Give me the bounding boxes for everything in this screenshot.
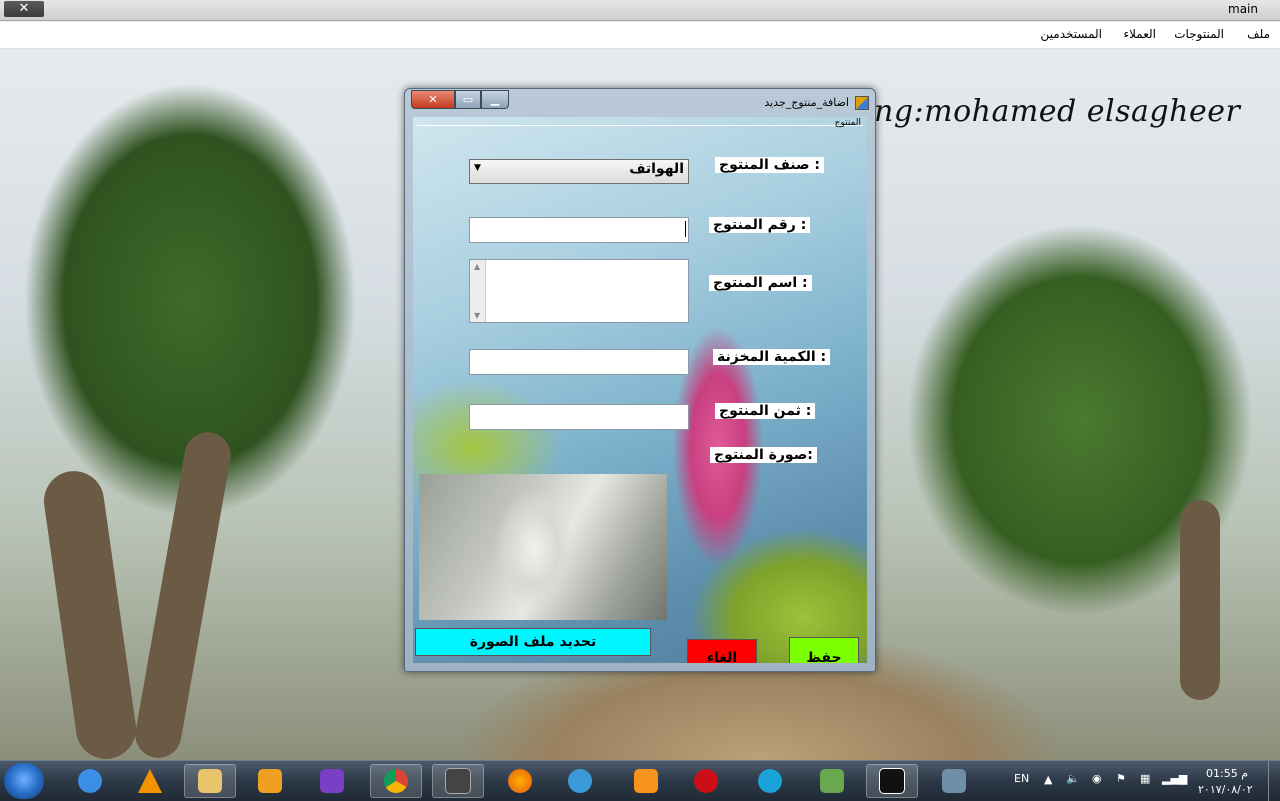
select-image-file-button[interactable]: تحديد ملف الصورة	[415, 628, 651, 656]
product-price-label: ثمن المنتوج :	[715, 403, 816, 419]
visual-studio-icon[interactable]	[306, 764, 358, 798]
app-icon[interactable]	[928, 764, 980, 798]
firefox-icon[interactable]	[494, 764, 546, 798]
product-number-input[interactable]	[469, 217, 689, 243]
groupbox-border	[417, 125, 863, 126]
media-player-icon[interactable]	[244, 764, 296, 798]
background-author-text: ng:mohamed elsagheer	[874, 94, 1241, 129]
product-number-label: رقم المنتوج :	[709, 217, 811, 233]
dialog-title: اضافة_منتوج_جديد	[764, 96, 849, 109]
ie-icon[interactable]	[64, 764, 116, 798]
product-name-textarea[interactable]: ▲ ▼	[469, 259, 689, 323]
dialog-maximize-button[interactable]: ▭	[455, 90, 481, 109]
scroll-up-icon: ▲	[474, 262, 481, 271]
cancel-button[interactable]: الغاء	[687, 639, 757, 663]
dialog-client-area: المنتوج صنف المنتوج : ▼ الهواتف رقم المن…	[413, 117, 867, 663]
category-label: صنف المنتوج :	[715, 157, 825, 173]
scroll-down-icon: ▼	[474, 311, 481, 320]
textarea-scrollbar[interactable]: ▲ ▼	[470, 260, 486, 322]
tree-trunk	[40, 467, 140, 760]
chevron-up-icon[interactable]: ▲	[1044, 773, 1052, 786]
flag-icon[interactable]: ⚑	[1116, 772, 1126, 785]
tree-trunk	[1180, 500, 1220, 700]
category-selected-value: الهواتف	[629, 161, 684, 177]
menu-file[interactable]: ملف	[1247, 27, 1270, 41]
product-price-input[interactable]	[469, 404, 689, 430]
dialog-close-button[interactable]: ✕	[411, 90, 455, 109]
tool-icon[interactable]	[806, 764, 858, 798]
opera-icon[interactable]	[680, 764, 732, 798]
app-icon	[855, 96, 869, 110]
explorer-icon[interactable]	[184, 764, 236, 798]
product-name-label: اسم المنتوج :	[709, 275, 812, 291]
taskbar: EN ▲ 🔈 ◉ ⚑ ▦ ▂▄▆ 01:55 م ٢٠١٧/٠٨/٠٢	[0, 760, 1280, 801]
tree-trunk	[131, 428, 235, 760]
show-desktop-button[interactable]	[1268, 761, 1280, 801]
dialog-minimize-button[interactable]: ▁	[481, 90, 509, 109]
clock-time[interactable]: 01:55 م	[1206, 767, 1248, 780]
main-window-title: main	[1228, 2, 1258, 16]
network-icon[interactable]: ▦	[1140, 772, 1150, 785]
add-product-dialog: ✕ ▭ ▁ اضافة_منتوج_جديد المنتوج صنف المنت…	[404, 88, 876, 672]
horse-image	[489, 484, 579, 614]
windows-start-icon[interactable]	[4, 763, 44, 799]
save-button[interactable]: حفظ	[789, 637, 859, 663]
menu-customers[interactable]: العملاء	[1123, 27, 1156, 41]
pdf-icon[interactable]	[620, 764, 672, 798]
menu-users[interactable]: المستخدمين	[1041, 27, 1102, 41]
product-image-label: صورة المنتوج:	[710, 447, 817, 463]
media-player-classic-icon[interactable]	[432, 764, 484, 798]
vlc-icon[interactable]	[124, 764, 176, 798]
signal-icon[interactable]: ▂▄▆	[1162, 772, 1187, 785]
main-close-button[interactable]: ✕	[4, 1, 44, 17]
video-icon[interactable]	[744, 764, 796, 798]
speaker-icon[interactable]: 🔈	[1066, 772, 1080, 785]
groupbox-label: المنتوج	[834, 118, 861, 128]
language-indicator[interactable]: EN	[1014, 772, 1029, 785]
text-caret	[685, 221, 686, 237]
briefcase-icon[interactable]	[866, 764, 918, 798]
category-dropdown[interactable]: ▼ الهواتف	[469, 159, 689, 184]
antivirus-icon[interactable]: ◉	[1092, 772, 1102, 785]
product-image-preview	[419, 474, 667, 620]
menu-products[interactable]: المنتوجات	[1174, 27, 1224, 41]
stock-quantity-label: الكمية المخزنة :	[713, 349, 831, 365]
dialog-titlebar: ✕ ▭ ▁ اضافة_منتوج_جديد	[405, 89, 875, 115]
clock-date[interactable]: ٢٠١٧/٠٨/٠٢	[1198, 783, 1253, 796]
chevron-down-icon: ▼	[474, 163, 481, 173]
stock-quantity-input[interactable]	[469, 349, 689, 375]
chrome-icon[interactable]	[370, 764, 422, 798]
main-window-titlebar: ✕ main	[0, 0, 1280, 21]
menu-bar: ملف المنتوجات العملاء المستخدمين	[0, 22, 1280, 49]
browser-icon[interactable]	[554, 764, 606, 798]
